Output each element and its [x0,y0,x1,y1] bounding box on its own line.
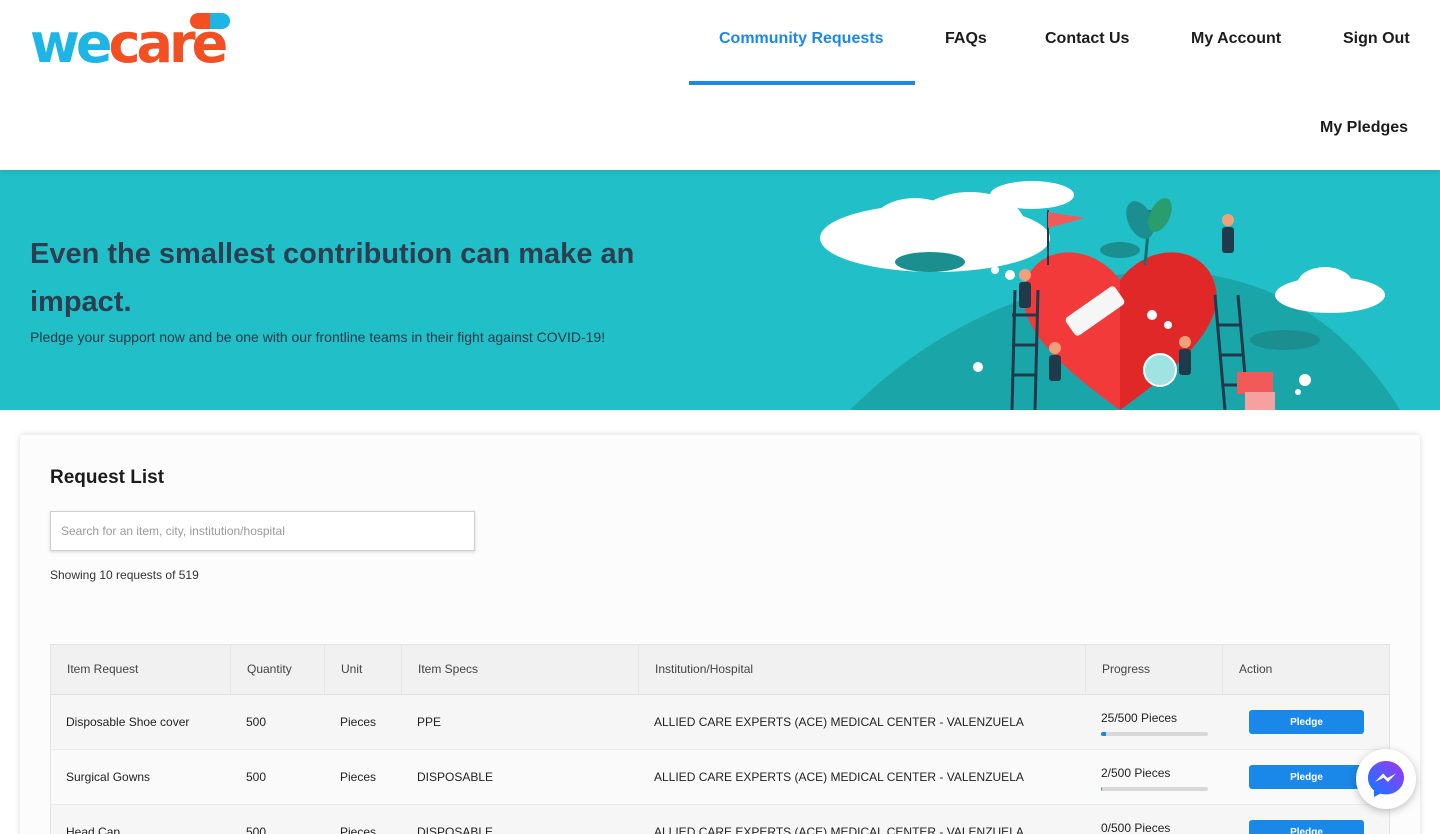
col-item-specs: Item Specs [402,645,639,694]
search-input[interactable] [50,511,475,551]
top-header: wecare Community Requests FAQs Contact U… [0,0,1440,170]
col-quantity: Quantity [231,645,325,694]
table-row: Head Cap 500 Pieces DISPOSABLE ALLIED CARE E… [51,805,1389,834]
hero-banner: Even the smallest contribution can make … [0,170,1440,410]
messenger-icon [1368,761,1404,797]
logo-we: we [30,12,112,75]
cell-unit: Pieces [340,825,377,834]
progress-cell: 25/500 Pieces [1101,695,1221,750]
col-progress: Progress [1086,645,1223,694]
cell-quantity: 500 [246,715,267,729]
cell-specs: DISPOSABLE [417,825,494,834]
nav-my-pledges[interactable]: My Pledges [1320,119,1408,137]
nav-my-account[interactable]: My Account [1191,30,1281,48]
request-list-card: Request List Showing 10 requests of 519 … [20,435,1420,834]
cell-specs: PPE [417,715,442,729]
col-item-request: Item Request [51,645,231,694]
cell-institution: ALLIED CARE EXPERTS (ACE) MEDICAL CENTER… [654,715,1024,729]
col-action: Action [1239,662,1273,676]
cell-item: Head Cap [66,825,121,834]
col-unit: Unit [325,645,402,694]
nav-sign-out[interactable]: Sign Out [1343,30,1410,48]
table-body: Disposable Shoe cover 500 Pieces PPE ALLIED … [51,695,1389,834]
cell-unit: Pieces [340,770,377,784]
progress-text: 0/500 Pieces [1101,821,1171,834]
showing-count: Showing 10 requests of 519 [50,568,199,582]
nav-active-underline [689,81,915,85]
cell-item: Disposable Shoe cover [66,715,190,729]
hero-subtitle: Pledge your support now and be one with … [30,329,606,345]
request-table: Item Request Quantity Unit Item Specs In… [50,644,1390,834]
col-institution: Institution/Hospital [639,645,1086,694]
cell-unit: Pieces [340,715,377,729]
nav-community-requests[interactable]: Community Requests [719,30,883,48]
progress-text: 2/500 Pieces [1101,766,1171,780]
progress-bar [1101,787,1208,791]
progress-bar-fill [1101,732,1107,736]
progress-text: 25/500 Pieces [1101,711,1178,725]
cell-institution: ALLIED CARE EXPERTS (ACE) MEDICAL CENTER… [654,770,1024,784]
nav-faqs[interactable]: FAQs [945,30,987,48]
messenger-chat-button[interactable] [1356,749,1416,809]
nav-contact-us[interactable]: Contact Us [1045,30,1129,48]
cell-item: Surgical Gowns [66,770,151,784]
heart-illustration [820,181,1400,410]
cell-specs: DISPOSABLE [417,770,494,784]
table-row: Surgical Gowns 500 Pieces DISPOSABLE ALLIED … [51,750,1389,805]
hero-title: Even the smallest contribution can make … [30,238,635,318]
cell-quantity: 500 [246,770,267,784]
pledge-button[interactable]: Pledge [1249,710,1364,734]
cell-quantity: 500 [246,825,267,834]
progress-cell: 2/500 Pieces [1101,750,1221,805]
logo-pill-icon [190,13,230,29]
wecare-logo[interactable]: wecare [30,12,235,72]
progress-bar [1101,732,1208,736]
table-header: Item Request Quantity Unit Item Specs In… [51,645,1389,695]
pledge-button[interactable]: Pledge [1249,820,1364,834]
progress-cell: 0/500 Pieces [1101,805,1221,834]
pledge-button[interactable]: Pledge [1249,765,1364,789]
cell-institution: ALLIED CARE EXPERTS (ACE) MEDICAL CENTER… [654,825,1024,834]
request-list-title: Request List [50,467,165,488]
table-row: Disposable Shoe cover 500 Pieces PPE ALLIED … [51,695,1389,750]
